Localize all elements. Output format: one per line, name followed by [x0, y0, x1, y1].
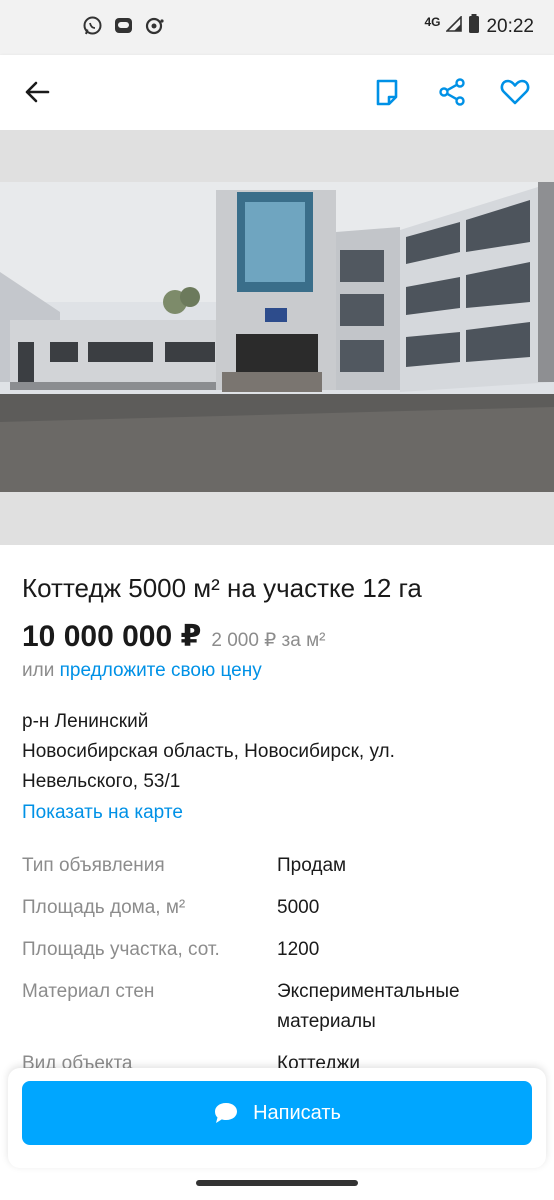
- status-time: 20:22: [486, 16, 534, 37]
- signal-icon: [445, 15, 463, 38]
- param-row: Площадь дома, м² 5000: [22, 893, 534, 923]
- share-button[interactable]: [437, 77, 467, 107]
- param-value: 5000: [277, 897, 320, 918]
- bottom-action-panel: Написать: [8, 1068, 546, 1168]
- params-list: Тип объявления Продам Площадь дома, м² 5…: [22, 851, 534, 1091]
- app-bar: [0, 55, 554, 130]
- price: 10 000 000 ₽: [22, 620, 202, 653]
- param-row: Материал стен Экспериментальные материал…: [22, 977, 534, 1037]
- param-value: 1200: [277, 939, 320, 960]
- address-district: р-н Ленинский: [22, 711, 149, 732]
- param-key: Материал стен: [22, 981, 155, 1002]
- favorite-heart-icon: [500, 79, 530, 105]
- address: р-н Ленинский Новосибирская область, Нов…: [22, 707, 492, 797]
- write-button-label: Написать: [253, 1101, 341, 1124]
- param-key: Тип объявления: [22, 855, 165, 876]
- listing-title: Коттедж 5000 м² на участке 12 га: [22, 573, 422, 603]
- messenger-icon: [113, 15, 134, 36]
- whatsapp-icon: [82, 15, 103, 36]
- back-arrow-icon: [25, 81, 50, 103]
- write-message-button[interactable]: Написать: [22, 1081, 532, 1145]
- price-per-m: 2 000 ₽ за м²: [211, 630, 326, 651]
- offer-price-link[interactable]: предложите свою цену: [60, 660, 262, 681]
- chat-bubble-icon: [215, 1103, 238, 1123]
- back-button[interactable]: [22, 77, 52, 107]
- offer-row: или предложите свою цену: [22, 660, 262, 682]
- param-value: Продам: [277, 855, 347, 876]
- offer-prefix: или: [22, 660, 55, 681]
- share-icon: [439, 78, 465, 106]
- battery-icon: [468, 14, 480, 40]
- param-row: Тип объявления Продам: [22, 851, 534, 881]
- show-on-map-link[interactable]: Показать на карте: [22, 802, 183, 824]
- price-row: 10 000 000 ₽ 2 000 ₽ за м²: [22, 619, 326, 654]
- gesture-bar[interactable]: [196, 1180, 358, 1186]
- note-button[interactable]: [372, 77, 402, 107]
- note-icon: [376, 79, 398, 106]
- param-key: Площадь участка, сот.: [22, 939, 220, 960]
- status-bar: 4G 20:22: [0, 0, 554, 55]
- clip-icon: [144, 15, 165, 36]
- favorite-button[interactable]: [500, 77, 530, 107]
- network-label: 4G: [424, 15, 441, 29]
- param-value: Экспериментальные материалы: [277, 981, 460, 1032]
- building-photo[interactable]: [0, 182, 554, 492]
- address-full: Новосибирская область, Новосибирск, ул. …: [22, 741, 395, 792]
- param-key: Площадь дома, м²: [22, 897, 186, 918]
- param-row: Площадь участка, сот. 1200: [22, 935, 534, 965]
- photo-gallery[interactable]: [0, 130, 554, 545]
